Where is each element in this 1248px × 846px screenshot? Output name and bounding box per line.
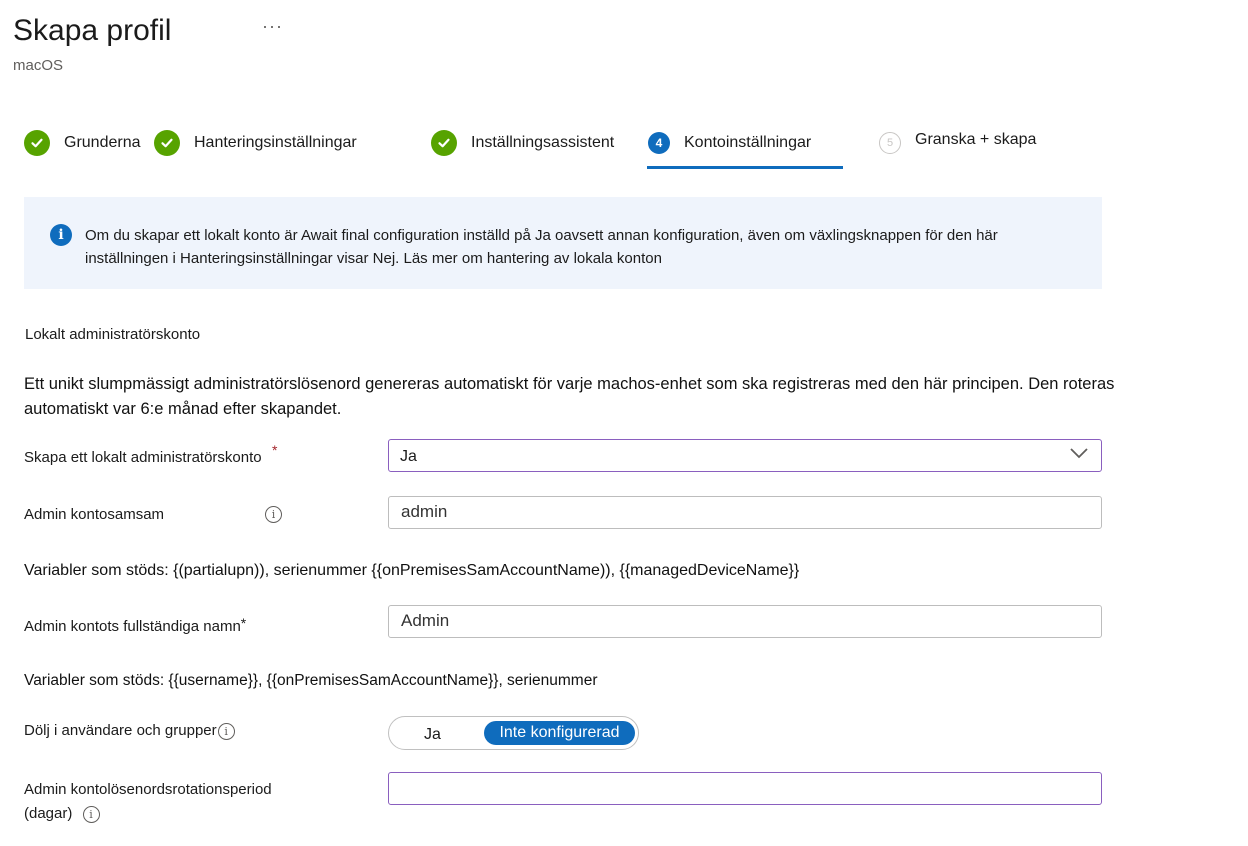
chevron-down-icon <box>1070 448 1088 459</box>
page-title: Skapa profil <box>13 14 172 47</box>
info-circle-icon[interactable]: i <box>217 722 235 740</box>
step-account-settings[interactable]: 4 Kontoinställningar <box>646 128 811 158</box>
admin-full-name-label: Admin kontots fullständiga namn* <box>24 615 246 635</box>
step-management-settings[interactable]: Hanteringsinställningar <box>154 128 357 158</box>
step-label: Granska + skapa <box>915 131 1037 148</box>
rotation-period-label-unit: (dagar) i <box>24 805 100 823</box>
rotation-period-unit-text: (dagar) <box>24 805 73 822</box>
step-label: Kontoinställningar <box>684 134 812 151</box>
checkmark-icon <box>431 130 457 156</box>
info-circle-icon[interactable]: i <box>82 805 100 823</box>
supported-variables-text: Variabler som stöds: {{username}}, {{onP… <box>24 672 598 689</box>
dropdown-value: Ja <box>400 448 417 465</box>
hide-in-users-label: Dölj i användare och grupper i <box>24 722 235 740</box>
step-basics[interactable]: Grunderna <box>24 128 141 158</box>
step-label: Inställningsassistent <box>471 134 615 151</box>
rotation-period-input[interactable] <box>388 772 1102 805</box>
active-step-indicator <box>647 166 843 169</box>
step-review-create[interactable]: 5 Granska + skapa <box>877 128 1036 158</box>
create-local-admin-dropdown[interactable]: Ja <box>388 439 1102 472</box>
create-local-admin-label-text: Skapa ett lokalt administratörskonto <box>24 449 262 466</box>
admin-account-name-label: Admin kontosamsam <box>24 506 165 523</box>
page-subtitle: macOS <box>13 57 64 74</box>
required-mark: * <box>240 615 247 631</box>
step-label: Hanteringsinställningar <box>194 134 357 151</box>
step-number-icon: 4 <box>648 132 670 154</box>
admin-full-name-label-text: Admin kontots fullständiga namn <box>24 618 241 635</box>
toggle-option-not-configured[interactable]: Inte konfigurerad <box>484 721 635 745</box>
more-options-icon[interactable]: ··· <box>262 16 283 37</box>
info-circle-icon[interactable]: i <box>265 506 282 523</box>
hide-in-users-toggle[interactable]: Ja Inte konfigurerad <box>388 716 639 750</box>
info-banner: i Om du skapar ett lokalt konto är Await… <box>24 197 1102 289</box>
admin-full-name-input[interactable]: Admin <box>388 605 1102 638</box>
section-title: Lokalt administratörskonto <box>25 326 201 343</box>
info-icon: i <box>50 224 72 246</box>
supported-variables-text: Variabler som stöds: {(partialupn)), ser… <box>24 562 800 579</box>
step-setup-assistant[interactable]: Inställningsassistent <box>431 128 614 158</box>
step-number-icon: 5 <box>879 132 901 154</box>
hide-in-users-label-text: Dölj i användare och grupper <box>24 722 217 739</box>
checkmark-icon <box>24 130 50 156</box>
step-label: Grunderna <box>64 134 141 151</box>
admin-account-name-input[interactable]: admin <box>388 496 1102 529</box>
toggle-option-yes[interactable]: Ja <box>424 726 441 744</box>
required-mark: * <box>272 442 278 458</box>
info-banner-text: Om du skapar ett lokalt konto är Await f… <box>85 227 998 267</box>
rotation-period-label: Admin kontolösenordsrotationsperiod <box>24 781 272 798</box>
section-description: Ett unikt slumpmässigt administratörslös… <box>24 375 1115 418</box>
checkmark-icon <box>154 130 180 156</box>
create-local-admin-label: Skapa ett lokalt administratörskonto * <box>24 442 277 466</box>
